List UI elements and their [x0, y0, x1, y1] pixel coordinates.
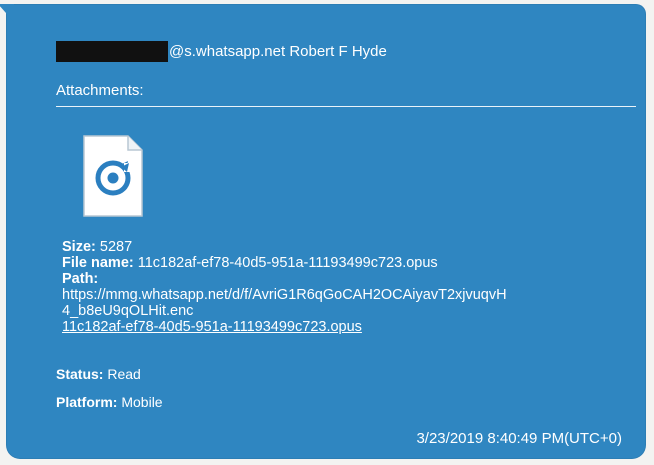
attachments-label: Attachments:: [56, 82, 144, 99]
sender-suffix: @s.whatsapp.net: [169, 42, 286, 60]
attachment-link[interactable]: 11c182af-ef78-40d5-951a-11193499c723.opu…: [62, 319, 362, 335]
status-value: Read: [107, 366, 141, 382]
size-value: 5287: [99, 239, 133, 255]
redacted-phone-number: [56, 40, 168, 62]
platform-value: Mobile: [121, 394, 163, 410]
size-row: Size: 5287: [62, 239, 642, 255]
status-row: Status: Read: [56, 366, 141, 382]
file-name-value: 11c182af-ef78-40d5-951a-11193499c723.opu…: [137, 255, 438, 271]
size-label: Size:: [62, 239, 96, 255]
attachment-details: Size: 5287 File name: 11c182af-ef78-40d5…: [62, 239, 642, 335]
file-name-label: File name:: [62, 255, 134, 271]
status-label: Status:: [56, 366, 104, 382]
message-bubble: @s.whatsapp.net Robert F Hyde Attachment…: [0, 4, 646, 459]
divider: [56, 106, 636, 107]
bubble-tail: [0, 4, 14, 22]
sender-name: Robert F Hyde: [289, 42, 387, 60]
path-line-2: 4_b8eU9qOLHit.enc: [62, 303, 194, 319]
platform-label: Platform:: [56, 394, 118, 410]
platform-row: Platform: Mobile: [56, 394, 163, 410]
message-timestamp: 3/23/2019 8:40:49 PM(UTC+0): [416, 430, 622, 447]
path-line-1: https://mmg.whatsapp.net/d/f/AvriG1R6qGo…: [62, 287, 507, 303]
sender-line: @s.whatsapp.net Robert F Hyde: [56, 40, 387, 62]
path-label: Path:: [62, 271, 99, 287]
file-name-row: File name: 11c182af-ef78-40d5-951a-11193…: [62, 255, 642, 271]
path-row: Path:: [62, 271, 642, 287]
audio-file-icon[interactable]: [80, 134, 146, 218]
